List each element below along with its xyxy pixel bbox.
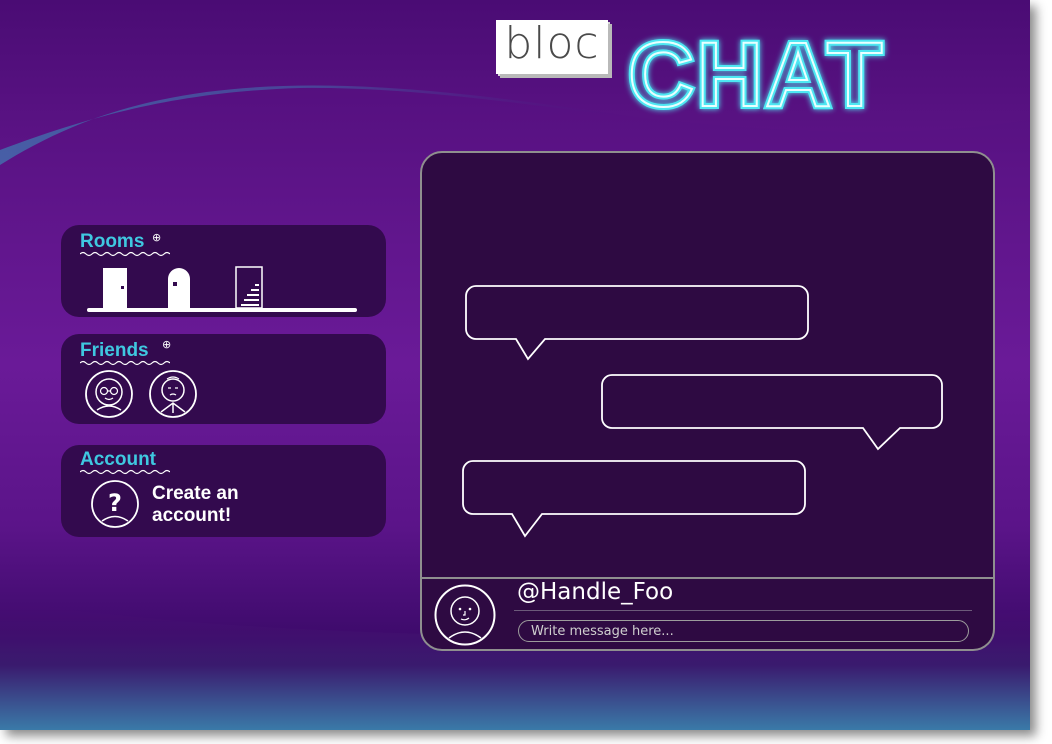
room-door-2-icon[interactable] bbox=[168, 268, 190, 308]
composer-divider bbox=[514, 610, 972, 611]
add-room-icon[interactable]: ⊕ bbox=[152, 231, 161, 244]
rooms-floor-line bbox=[87, 308, 357, 312]
message-area[interactable] bbox=[422, 153, 995, 577]
message-input[interactable] bbox=[518, 620, 969, 642]
message-bubble bbox=[462, 460, 806, 538]
add-friend-icon[interactable]: ⊕ bbox=[162, 338, 171, 351]
friends-panel: Friends ⊕ bbox=[61, 334, 386, 424]
logo-chat-text-core: CHAT bbox=[628, 24, 885, 122]
rooms-panel: Rooms ⊕ bbox=[61, 225, 386, 317]
friend-avatar-1-icon[interactable] bbox=[85, 370, 133, 418]
svg-text:?: ? bbox=[108, 489, 122, 517]
account-title-text: Account bbox=[80, 449, 156, 470]
room-door-3-icon[interactable] bbox=[235, 266, 263, 309]
user-avatar-icon[interactable] bbox=[434, 584, 496, 646]
logo-bloc-text: bloc bbox=[504, 18, 600, 69]
friend-avatar-2-icon[interactable] bbox=[149, 370, 197, 418]
room-door-1-icon[interactable] bbox=[103, 268, 127, 308]
chat-window: @Handle_Foo bbox=[420, 151, 995, 651]
message-bubble bbox=[465, 285, 809, 361]
logo-bloc-box: bloc bbox=[496, 20, 608, 74]
friends-title[interactable]: Friends bbox=[80, 340, 170, 366]
logo-chat: CHAT CHAT bbox=[625, 22, 886, 122]
friends-title-text: Friends bbox=[80, 340, 149, 361]
unknown-user-icon[interactable]: ? bbox=[91, 480, 139, 528]
rooms-title-text: Rooms bbox=[80, 231, 145, 252]
create-account-line1: Create an bbox=[152, 483, 239, 504]
message-composer: @Handle_Foo bbox=[422, 577, 993, 649]
account-title[interactable]: Account bbox=[80, 449, 170, 475]
account-panel: Account ? Create an account! bbox=[61, 445, 386, 537]
app-window: bloc CHAT CHAT Rooms ⊕ Friends ⊕ Account… bbox=[0, 0, 1030, 730]
create-account-link[interactable]: Create an account! bbox=[152, 483, 312, 527]
user-handle: @Handle_Foo bbox=[517, 579, 674, 605]
rooms-shelf bbox=[87, 266, 357, 312]
message-bubble bbox=[601, 374, 943, 451]
create-account-line2: account! bbox=[152, 505, 232, 526]
